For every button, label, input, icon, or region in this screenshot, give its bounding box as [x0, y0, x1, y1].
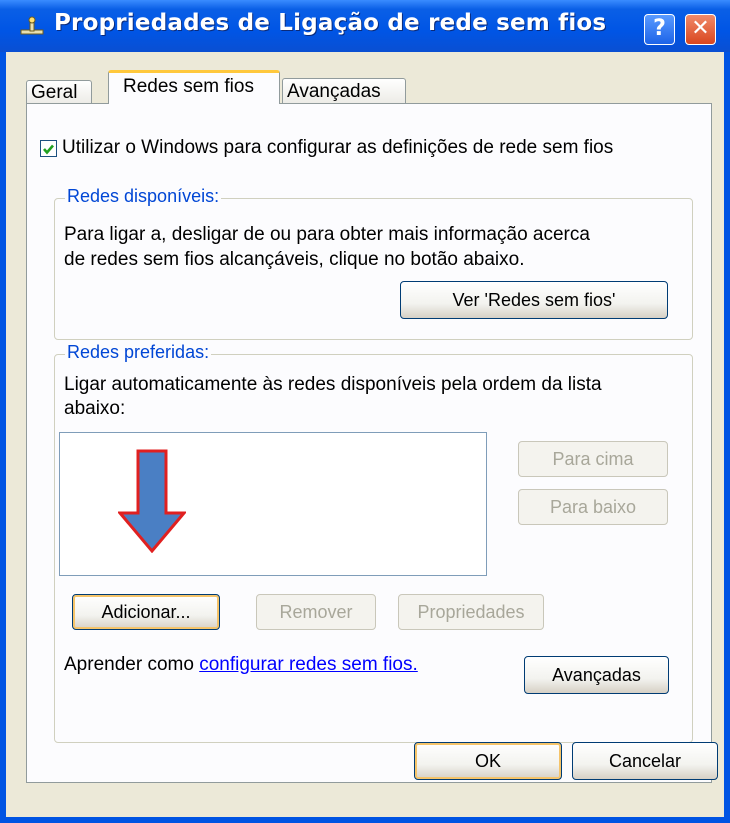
tab-avancadas[interactable]: Avançadas: [282, 78, 406, 104]
help-button[interactable]: ?: [644, 14, 675, 45]
title-bar[interactable]: Propriedades de Ligação de rede sem fios…: [0, 0, 730, 52]
preferred-networks-text-line1: Ligar automaticamente às redes disponíve…: [64, 374, 602, 395]
view-wireless-networks-button[interactable]: Ver 'Redes sem fios': [400, 281, 668, 319]
window-title: Propriedades de Ligação de rede sem fios: [54, 10, 607, 36]
preferred-networks-legend: Redes preferidas:: [65, 342, 212, 363]
available-networks-text-line2: de redes sem fios alcançáveis, clique no…: [64, 249, 525, 270]
checkmark-icon: [43, 144, 54, 155]
close-button[interactable]: ✕: [685, 14, 716, 45]
network-connection-icon: [20, 16, 44, 35]
tab-geral[interactable]: Geral: [26, 80, 92, 104]
ok-button[interactable]: OK: [414, 742, 562, 780]
dialog-window: Propriedades de Ligação de rede sem fios…: [0, 0, 730, 823]
configure-wireless-link[interactable]: configurar redes sem fios.: [199, 654, 418, 675]
properties-button[interactable]: Propriedades: [398, 594, 544, 630]
remove-button[interactable]: Remover: [256, 594, 376, 630]
annotation-arrow-icon: [118, 449, 186, 553]
available-networks-legend: Redes disponíveis:: [65, 186, 222, 207]
help-icon: ?: [653, 16, 666, 41]
advanced-button[interactable]: Avançadas: [524, 656, 669, 694]
use-windows-checkbox-label: Utilizar o Windows para configurar as de…: [62, 137, 614, 158]
available-networks-text-line1: Para ligar a, desligar de ou para obter …: [64, 224, 590, 245]
use-windows-checkbox[interactable]: [40, 140, 57, 157]
close-icon: ✕: [691, 16, 710, 41]
cancel-button[interactable]: Cancelar: [572, 742, 718, 780]
dialog-client-area: Geral Redes sem fios Avançadas Utilizar …: [6, 52, 724, 817]
move-down-button[interactable]: Para baixo: [518, 489, 668, 525]
learn-text: Aprender como configurar redes sem fios.: [64, 652, 418, 678]
move-up-button[interactable]: Para cima: [518, 441, 668, 477]
add-button[interactable]: Adicionar...: [72, 594, 220, 630]
preferred-networks-text-line2: abaixo:: [64, 398, 126, 419]
tab-redes-sem-fios[interactable]: Redes sem fios: [108, 70, 280, 104]
learn-prefix: Aprender como: [64, 654, 200, 675]
